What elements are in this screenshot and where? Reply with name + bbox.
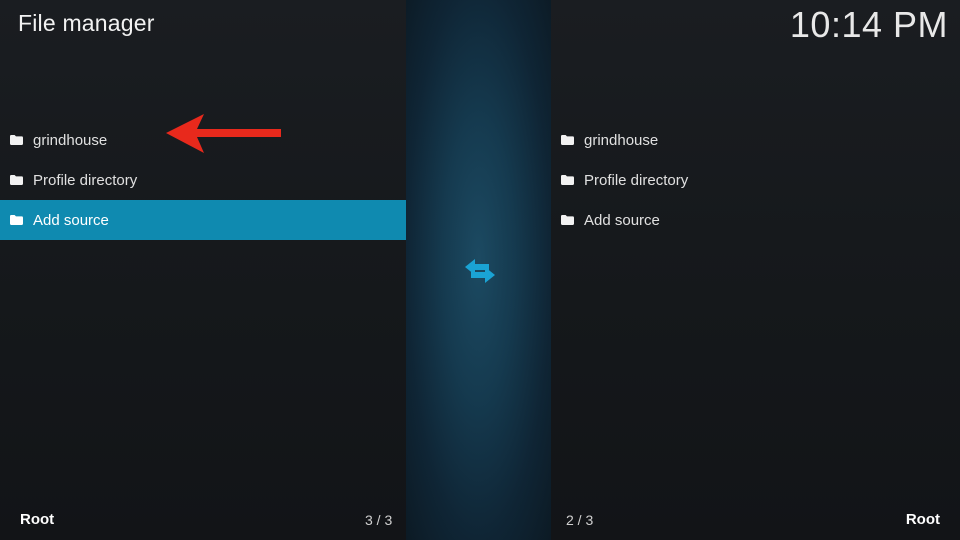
right-item-profile-directory[interactable]: Profile directory bbox=[551, 160, 960, 200]
right-file-list: grindhouse Profile directory Add source bbox=[551, 120, 960, 240]
folder-icon bbox=[10, 215, 23, 225]
left-item-count: 3 / 3 bbox=[365, 512, 393, 528]
swap-arrows-icon[interactable] bbox=[463, 256, 497, 291]
left-pane: grindhouse Profile directory Add source … bbox=[0, 0, 406, 540]
item-label: grindhouse bbox=[33, 131, 108, 149]
left-item-add-source[interactable]: Add source bbox=[0, 200, 406, 240]
right-item-count: 2 / 3 bbox=[566, 512, 594, 528]
item-label: Profile directory bbox=[584, 171, 689, 189]
right-path-label: Root bbox=[905, 511, 940, 528]
right-pane: grindhouse Profile directory Add source bbox=[551, 0, 960, 540]
left-path-label: Root bbox=[20, 511, 55, 528]
folder-icon bbox=[561, 175, 574, 185]
right-item-grindhouse[interactable]: grindhouse bbox=[551, 120, 960, 160]
item-label: grindhouse bbox=[584, 131, 659, 149]
folder-icon bbox=[561, 135, 574, 145]
folder-icon bbox=[10, 135, 23, 145]
folder-icon bbox=[10, 175, 23, 185]
right-item-add-source[interactable]: Add source bbox=[551, 200, 960, 240]
item-label: Profile directory bbox=[33, 171, 138, 189]
folder-icon bbox=[561, 215, 574, 225]
item-label: Add source bbox=[584, 211, 660, 229]
left-item-profile-directory[interactable]: Profile directory bbox=[0, 160, 406, 200]
red-arrow-icon bbox=[164, 112, 284, 161]
page-title: File manager bbox=[18, 10, 155, 36]
item-label: Add source bbox=[33, 211, 109, 229]
clock: 10:14 PM bbox=[789, 4, 948, 45]
